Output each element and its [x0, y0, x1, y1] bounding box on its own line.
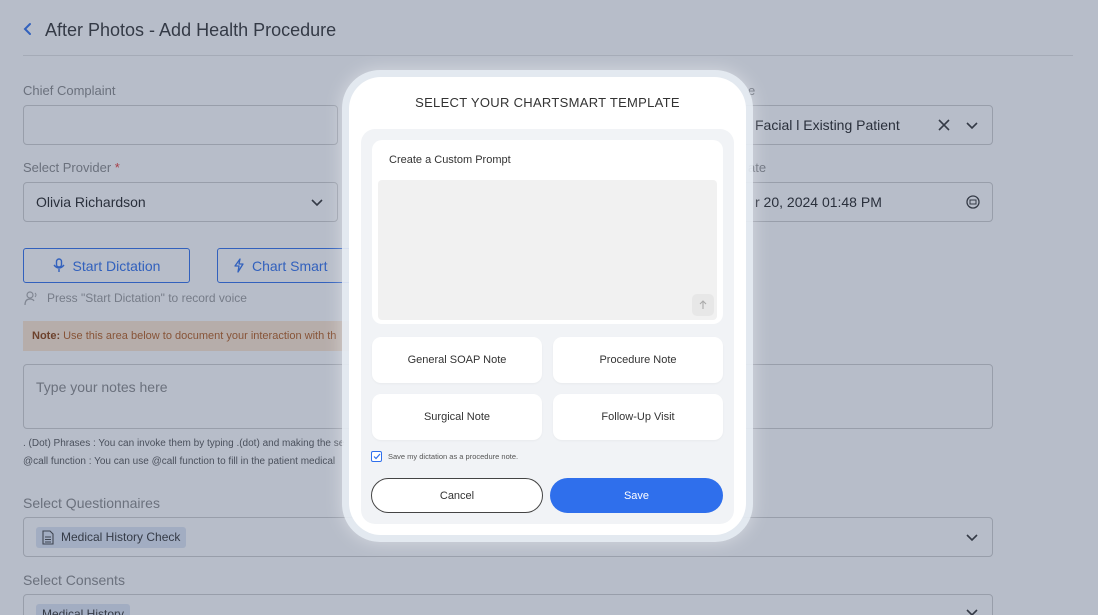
save-dictation-checkbox-row[interactable]: Save my dictation as a procedure note. [371, 451, 518, 462]
template-procedure-note[interactable]: Procedure Note [553, 337, 723, 383]
arrow-up-icon [699, 300, 707, 310]
chartsmart-template-modal: SELECT YOUR CHARTSMART TEMPLATE Create a… [349, 77, 746, 535]
send-prompt-button[interactable] [692, 294, 714, 316]
cancel-button[interactable]: Cancel [371, 478, 543, 513]
custom-prompt-label: Create a Custom Prompt [389, 154, 511, 166]
custom-prompt-card: Create a Custom Prompt [372, 140, 723, 324]
custom-prompt-input[interactable] [378, 180, 717, 320]
template-general-soap-note[interactable]: General SOAP Note [372, 337, 542, 383]
template-surgical-note[interactable]: Surgical Note [372, 394, 542, 440]
save-button[interactable]: Save [550, 478, 723, 513]
save-dictation-checkbox[interactable] [371, 451, 382, 462]
modal-body: Create a Custom Prompt General SOAP Note… [361, 129, 734, 524]
modal-title: SELECT YOUR CHARTSMART TEMPLATE [415, 95, 680, 110]
template-follow-up-visit[interactable]: Follow-Up Visit [553, 394, 723, 440]
save-dictation-label: Save my dictation as a procedure note. [388, 452, 519, 461]
